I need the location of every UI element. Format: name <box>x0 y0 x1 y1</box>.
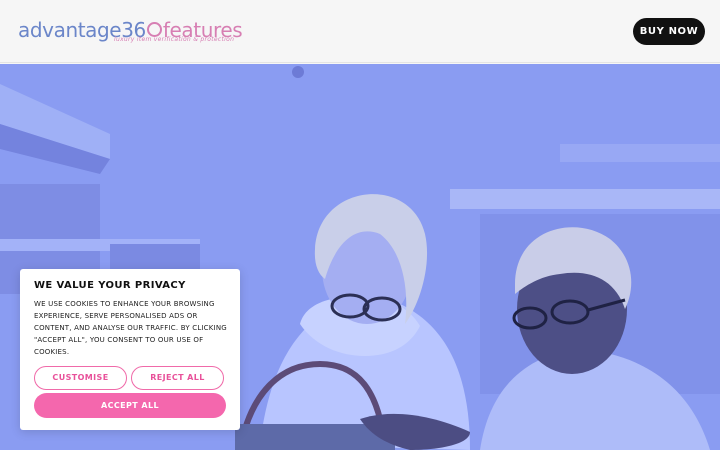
logo-ring-icon <box>146 22 162 37</box>
cookie-consent-dialog: WE VALUE YOUR PRIVACY WE USE COOKIES TO … <box>20 269 240 430</box>
logo-tagline: luxury item verification & protection <box>114 36 235 43</box>
site-logo[interactable]: advantage36 features luxury item verifica… <box>18 18 243 44</box>
site-header: advantage36 features luxury item verifica… <box>0 0 720 63</box>
buy-now-button[interactable]: BUY NOW <box>633 18 705 45</box>
cookie-title: WE VALUE YOUR PRIVACY <box>34 280 186 291</box>
reject-all-button[interactable]: REJECT ALL <box>131 366 224 390</box>
customise-button[interactable]: CUSTOMISE <box>34 366 127 390</box>
cookie-description: WE USE COOKIES TO ENHANCE YOUR BROWSING … <box>34 300 227 356</box>
accept-all-button[interactable]: ACCEPT ALL <box>34 393 226 418</box>
